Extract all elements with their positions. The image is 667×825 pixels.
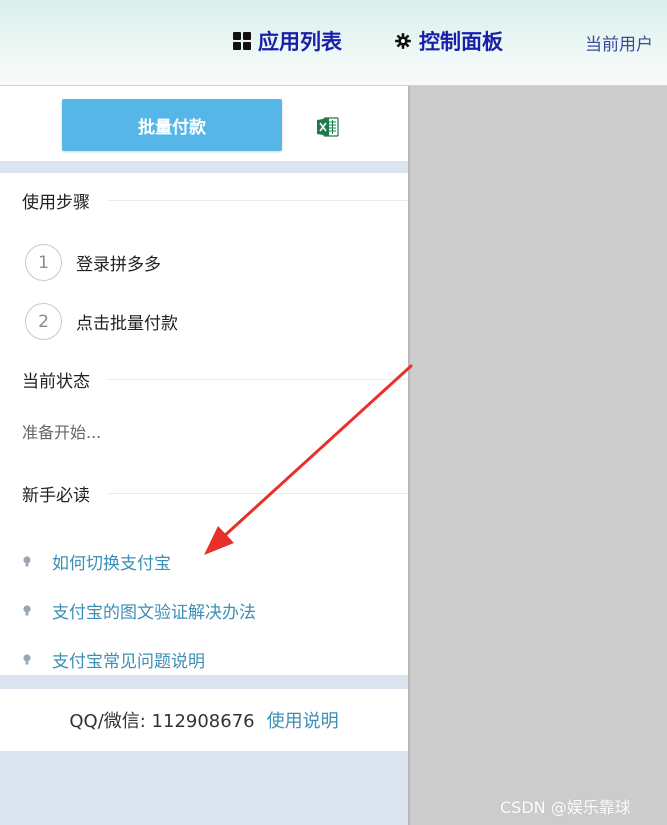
guide-link[interactable]: 支付宝常见问题说明 [22,647,205,672]
steps-section-title: 使用步骤 [22,188,408,213]
guide-title-text: 新手必读 [22,486,90,506]
panel-content: 使用步骤 1 登录拼多多 2 点击批量付款 当前状态 准备开始... 新手必读 [0,173,408,675]
step-item: 2 点击批量付款 [25,303,178,340]
left-panel: 批量付款 使用步骤 1 登录拼多多 2 点击批量付款 当前状态 准备开始... … [0,86,410,825]
status-text: 准备开始... [22,423,102,442]
top-header: 应用列表 控制面板 当前用户 [0,0,667,86]
contact-info: QQ/微信: 112908676 [69,711,255,732]
nav-control-panel[interactable]: 控制面板 [394,26,503,56]
current-user-label[interactable]: 当前用户 [585,30,653,55]
bulb-icon [23,604,31,615]
step-label: 登录拼多多 [76,255,161,275]
steps-title-text: 使用步骤 [22,193,90,213]
status-title-text: 当前状态 [22,372,90,392]
step-item: 1 登录拼多多 [25,244,161,281]
guide-link[interactable]: 如何切换支付宝 [22,549,171,574]
usage-instructions-link[interactable]: 使用说明 [267,707,339,733]
batch-pay-button[interactable]: 批量付款 [62,99,282,151]
nav-app-list[interactable]: 应用列表 [233,26,342,56]
step-label: 点击批量付款 [76,314,178,334]
guide-link-label: 支付宝常见问题说明 [52,652,205,672]
grid-icon [233,32,251,50]
guide-link[interactable]: 支付宝的图文验证解决办法 [22,598,256,623]
guide-link-label: 如何切换支付宝 [52,554,171,574]
status-section-title: 当前状态 [22,367,408,392]
excel-icon[interactable] [317,117,339,137]
nav-app-list-label: 应用列表 [258,30,342,54]
divider [108,379,408,380]
divider [108,493,408,494]
bulb-icon [23,653,31,664]
divider [108,200,408,201]
panel-footer: QQ/微信: 112908676 使用说明 [0,689,408,751]
gear-icon [395,33,411,49]
bulb-icon [23,555,31,566]
step-number: 2 [25,303,62,340]
guide-link-label: 支付宝的图文验证解决办法 [52,603,256,623]
guide-section-title: 新手必读 [22,481,408,506]
watermark: CSDN @娱乐靠球 [500,798,631,817]
nav-control-panel-label: 控制面板 [419,30,503,54]
step-number: 1 [25,244,62,281]
action-bar: 批量付款 [0,86,408,161]
